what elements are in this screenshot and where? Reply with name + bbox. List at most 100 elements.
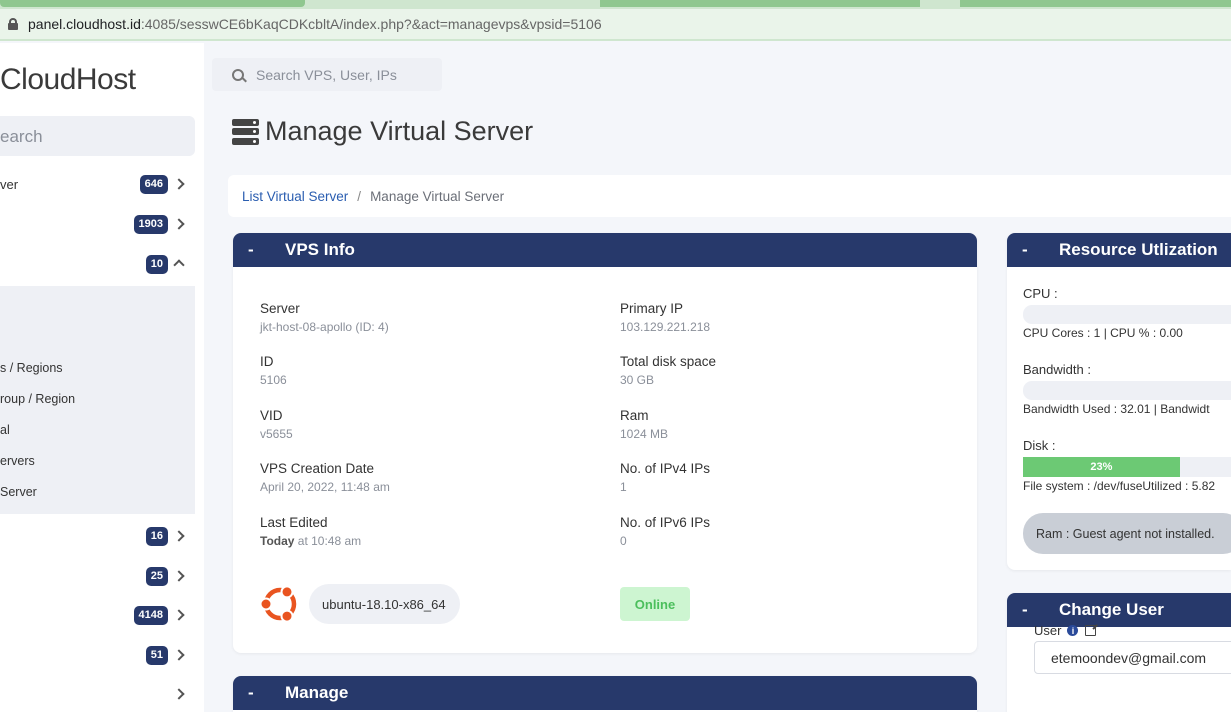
field-value: 5106 [260, 373, 287, 387]
breadcrumb-current: Manage Virtual Server [370, 188, 505, 204]
chevron-right-icon[interactable] [173, 570, 185, 582]
global-search-input[interactable]: Search VPS, User, IPs [212, 58, 442, 91]
info-field-primary-ip: Primary IP 103.129.221.218 [620, 301, 710, 334]
field-label: Server [260, 301, 300, 316]
address-bar[interactable]: panel.cloudhost.id:4085/sesswCE6bKaqCDKc… [0, 9, 1231, 41]
submenu-item[interactable]: s / Regions [0, 361, 63, 375]
info-field-creation-date: VPS Creation Date April 20, 2022, 11:48 … [260, 461, 390, 494]
sidebar-item[interactable]: 25 [0, 561, 195, 591]
lock-icon[interactable] [8, 18, 18, 30]
chevron-right-icon[interactable] [173, 649, 185, 661]
external-edit-icon[interactable] [1085, 625, 1097, 636]
field-value-rest: at 10:48 am [294, 534, 362, 548]
submenu-item[interactable]: roup / Region [0, 392, 75, 406]
field-label: VPS Creation Date [260, 461, 375, 476]
field-value: v5655 [260, 427, 293, 441]
browser-tab[interactable] [960, 0, 1231, 7]
field-value: April 20, 2022, 11:48 am [260, 480, 390, 494]
field-value: 1024 MB [620, 427, 669, 441]
submenu-item[interactable]: al [0, 423, 10, 437]
count-badge: 25 [145, 566, 168, 586]
breadcrumb: List Virtual Server / Manage Virtual Ser… [228, 175, 1231, 217]
count-badge: 10 [145, 254, 168, 274]
chevron-right-icon[interactable] [173, 609, 185, 621]
sidebar-item-expanded[interactable]: 10 [0, 249, 195, 279]
chevron-right-icon[interactable] [173, 530, 185, 542]
field-value: 103.129.221.218 [620, 320, 711, 334]
cpu-label: CPU : [1023, 286, 1058, 301]
count-badge: 51 [145, 645, 168, 665]
field-label: No. of IPv4 IPs [620, 461, 711, 476]
url-path: :4085/sesswCE6bKaqCDKcbltA/index.php?&ac… [140, 16, 602, 32]
user-email-field[interactable]: etemoondev@gmail.com [1034, 641, 1231, 674]
collapse-toggle[interactable]: - [248, 683, 268, 703]
field-label: ID [260, 354, 274, 369]
sidebar-item[interactable]: 16 [0, 521, 195, 551]
field-value-bold: Today [260, 534, 295, 548]
field-value: 0 [620, 534, 627, 548]
collapse-toggle[interactable]: - [248, 240, 268, 260]
sidebar-item[interactable]: 51 [0, 640, 195, 670]
field-label: Primary IP [620, 301, 684, 316]
submenu-item[interactable]: Server [0, 485, 37, 499]
sidebar-item-servers[interactable]: ver 646 [0, 169, 195, 199]
sidebar-item-label: ver [0, 176, 19, 192]
field-value: jkt-host-08-apollo (ID: 4) [260, 320, 389, 334]
disk-details: File system : /dev/fuseUtilized : 5.82 [1023, 479, 1216, 493]
collapse-toggle[interactable]: - [1022, 600, 1042, 620]
bandwidth-details: Bandwidth Used : 32.01 | Bandwidt [1023, 402, 1210, 416]
field-label: Ram [620, 408, 649, 423]
card-title: Manage [285, 683, 349, 702]
breadcrumb-separator: / [357, 188, 362, 204]
field-label: Total disk space [620, 354, 717, 369]
field-value: Today at 10:48 am [260, 534, 361, 548]
info-field-ipv6: No. of IPv6 IPs 0 [620, 515, 710, 548]
logo[interactable]: CloudHost [0, 63, 136, 97]
submenu-item[interactable]: ervers [0, 454, 35, 468]
search-icon [232, 68, 244, 81]
count-badge: 16 [145, 526, 168, 546]
sidebar-item[interactable] [0, 679, 195, 709]
field-label: No. of IPv6 IPs [620, 515, 711, 530]
info-field-last-edited: Last Edited Today at 10:48 am [260, 515, 361, 548]
sidebar-item[interactable]: 1903 [0, 209, 195, 239]
search-placeholder: Search VPS, User, IPs [256, 66, 397, 83]
user-label: User [1034, 623, 1062, 638]
chevron-up-icon[interactable] [173, 259, 185, 271]
card-header: - Manage [233, 676, 977, 710]
url-host: panel.cloudhost.id [28, 16, 141, 32]
sidebar-item[interactable]: 4148 [0, 600, 195, 630]
card-header: - Change User [1007, 593, 1231, 627]
collapse-toggle[interactable]: - [1022, 240, 1042, 260]
info-field-ipv4: No. of IPv4 IPs 1 [620, 461, 710, 494]
sidebar-search-input[interactable]: earch [0, 116, 195, 156]
chevron-right-icon[interactable] [173, 688, 185, 700]
card-header: - VPS Info [233, 233, 977, 267]
disk-label: Disk : [1023, 438, 1056, 453]
page-header: Manage Virtual Server [232, 116, 533, 147]
os-badge: ubuntu-18.10-x86_64 [309, 584, 460, 624]
change-user-card: - Change User User i etemoondev@gmail.co… [1007, 593, 1231, 712]
vps-info-card: - VPS Info Server jkt-host-08-apollo (ID… [233, 233, 977, 653]
info-field-ram: Ram 1024 MB [620, 408, 668, 441]
info-field-disk: Total disk space 30 GB [620, 354, 716, 387]
browser-tab-strip [0, 0, 1231, 9]
info-field-id: ID 5106 [260, 354, 287, 387]
field-label: VID [260, 408, 283, 423]
user-field-label: User i [1034, 623, 1097, 638]
server-icon [232, 118, 259, 145]
bandwidth-label: Bandwidth : [1023, 362, 1091, 377]
browser-tab[interactable] [600, 0, 920, 7]
cpu-bar [1023, 305, 1231, 324]
sidebar-submenu: s / Regions roup / Region al ervers Serv… [0, 286, 195, 514]
chevron-right-icon[interactable] [173, 218, 185, 230]
card-title: VPS Info [285, 240, 355, 259]
chevron-right-icon[interactable] [173, 178, 185, 190]
ubuntu-logo-icon [259, 585, 297, 623]
info-icon[interactable]: i [1067, 625, 1079, 636]
browser-tab[interactable] [0, 0, 305, 7]
ram-note: Ram : Guest agent not installed. [1023, 513, 1231, 554]
sidebar: CloudHost earch ver 646 1903 10 s / Regi… [0, 43, 204, 712]
count-badge: 646 [139, 174, 168, 194]
breadcrumb-link[interactable]: List Virtual Server [242, 189, 348, 204]
